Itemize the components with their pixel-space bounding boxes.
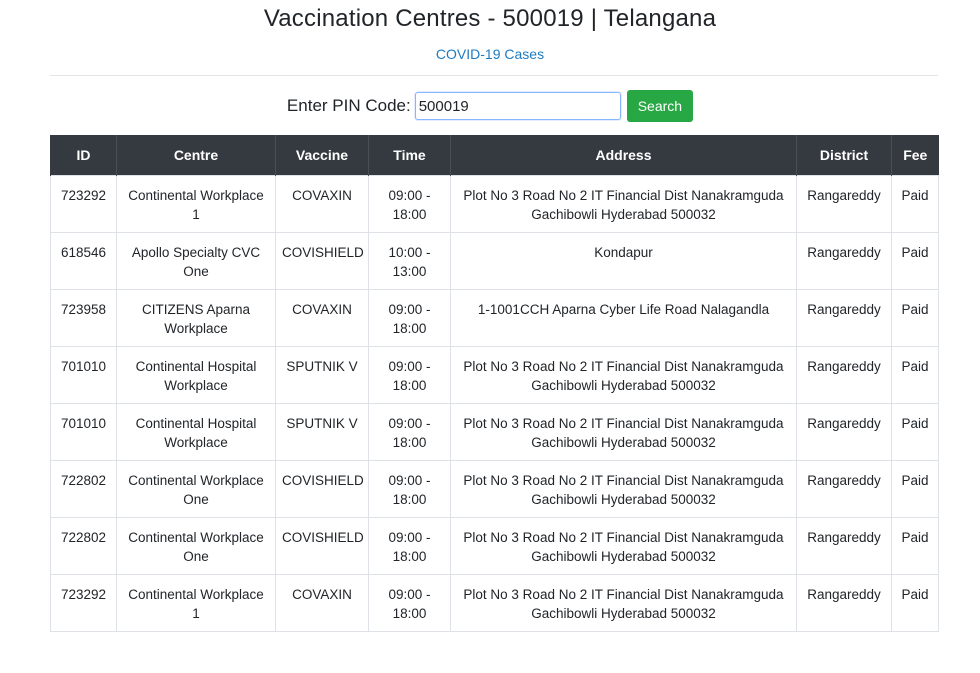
table-row: 618546 Apollo Specialty CVC One COVISHIELD…: [50, 232, 939, 290]
cell-centre: Continental Hospital Workplace: [116, 346, 276, 404]
header-id: ID: [50, 135, 117, 176]
cell-id: 722802: [50, 517, 117, 575]
cell-centre: Apollo Specialty CVC One: [116, 232, 276, 290]
cell-vaccine: COVISHIELD: [275, 517, 369, 575]
pin-code-label: Enter PIN Code:: [286, 96, 411, 115]
cell-time: 09:00 - 18:00: [368, 346, 451, 404]
cell-district: Rangareddy: [796, 403, 892, 461]
cell-centre: Continental Workplace One: [116, 460, 276, 518]
cell-address: Plot No 3 Road No 2 IT Financial Dist Na…: [450, 175, 797, 233]
cell-vaccine: SPUTNIK V: [275, 346, 369, 404]
cell-fee: Paid: [891, 460, 939, 518]
header-district: District: [796, 135, 892, 176]
table-row: 701010 Continental Hospital Workplace SPUT…: [50, 403, 939, 461]
header-vaccine: Vaccine: [275, 135, 369, 176]
cell-fee: Paid: [891, 517, 939, 575]
table-row: 722802 Continental Workplace One COVISHIEL…: [50, 460, 939, 518]
search-button[interactable]: Search: [626, 90, 694, 122]
table-row: 722802 Continental Workplace One COVISHIEL…: [50, 517, 939, 575]
header-centre: Centre: [116, 135, 276, 176]
cell-address: Plot No 3 Road No 2 IT Financial Dist Na…: [450, 403, 797, 461]
cell-id: 701010: [50, 346, 117, 404]
cell-fee: Paid: [891, 346, 939, 404]
cell-address: Plot No 3 Road No 2 IT Financial Dist Na…: [450, 517, 797, 575]
cell-time: 09:00 - 18:00: [368, 517, 451, 575]
cell-id: 722802: [50, 460, 117, 518]
cell-centre: Continental Workplace 1: [116, 574, 276, 632]
cell-vaccine: SPUTNIK V: [275, 403, 369, 461]
cell-vaccine: COVISHIELD: [275, 232, 369, 290]
table-row: 723292 Continental Workplace 1 COVAXIN 09:0…: [50, 574, 939, 632]
cell-id: 723292: [50, 175, 117, 233]
cell-address: Plot No 3 Road No 2 IT Financial Dist Na…: [450, 574, 797, 632]
cell-district: Rangareddy: [796, 574, 892, 632]
cell-centre: Continental Hospital Workplace: [116, 403, 276, 461]
cell-district: Rangareddy: [796, 517, 892, 575]
cell-address: Plot No 3 Road No 2 IT Financial Dist Na…: [450, 346, 797, 404]
cell-fee: Paid: [891, 289, 939, 347]
cell-vaccine: COVAXIN: [275, 175, 369, 233]
cell-time: 09:00 - 18:00: [368, 403, 451, 461]
cell-fee: Paid: [891, 403, 939, 461]
cell-district: Rangareddy: [796, 460, 892, 518]
page-title: Vaccination Centres - 500019 | Telangana: [263, 5, 717, 32]
cell-time: 09:00 - 18:00: [368, 460, 451, 518]
cell-id: 723292: [50, 574, 117, 632]
cell-district: Rangareddy: [796, 232, 892, 290]
cell-id: 701010: [50, 403, 117, 461]
vaccination-centres-table: ID Centre Vaccine Time Address District …: [50, 135, 939, 632]
cell-fee: Paid: [891, 175, 939, 233]
cell-district: Rangareddy: [796, 346, 892, 404]
table-row: 723292 Continental Workplace 1 COVAXIN 09:0…: [50, 175, 939, 233]
header-address: Address: [450, 135, 797, 176]
cell-id: 723958: [50, 289, 117, 347]
pin-code-input[interactable]: [414, 92, 621, 120]
header-time: Time: [368, 135, 451, 176]
cell-time: 09:00 - 18:00: [368, 175, 451, 233]
cell-vaccine: COVAXIN: [275, 574, 369, 632]
cell-address: Plot No 3 Road No 2 IT Financial Dist Na…: [450, 460, 797, 518]
cell-centre: Continental Workplace One: [116, 517, 276, 575]
divider: [50, 75, 938, 76]
search-bar: Enter PIN Code: Search: [0, 90, 980, 122]
cell-time: 09:00 - 18:00: [368, 574, 451, 632]
table-row: 723958 CITIZENS Aparna Workplace COVAXIN 09…: [50, 289, 939, 347]
cell-time: 09:00 - 18:00: [368, 289, 451, 347]
cell-vaccine: COVISHIELD: [275, 460, 369, 518]
cell-centre: CITIZENS Aparna Workplace: [116, 289, 276, 347]
table-row: 701010 Continental Hospital Workplace SPUT…: [50, 346, 939, 404]
cell-district: Rangareddy: [796, 289, 892, 347]
table-header-row: ID Centre Vaccine Time Address District …: [50, 135, 939, 176]
covid-cases-link[interactable]: COVID-19 Cases: [0, 45, 980, 63]
cell-district: Rangareddy: [796, 175, 892, 233]
cell-address: 1-1001CCH Aparna Cyber Life Road Nalagan…: [450, 289, 797, 347]
cell-address: Kondapur: [450, 232, 797, 290]
cell-time: 10:00 - 13:00: [368, 232, 451, 290]
cell-id: 618546: [50, 232, 117, 290]
cell-fee: Paid: [891, 574, 939, 632]
cell-centre: Continental Workplace 1: [116, 175, 276, 233]
cell-vaccine: COVAXIN: [275, 289, 369, 347]
header-fee: Fee: [891, 135, 939, 176]
cell-fee: Paid: [891, 232, 939, 290]
